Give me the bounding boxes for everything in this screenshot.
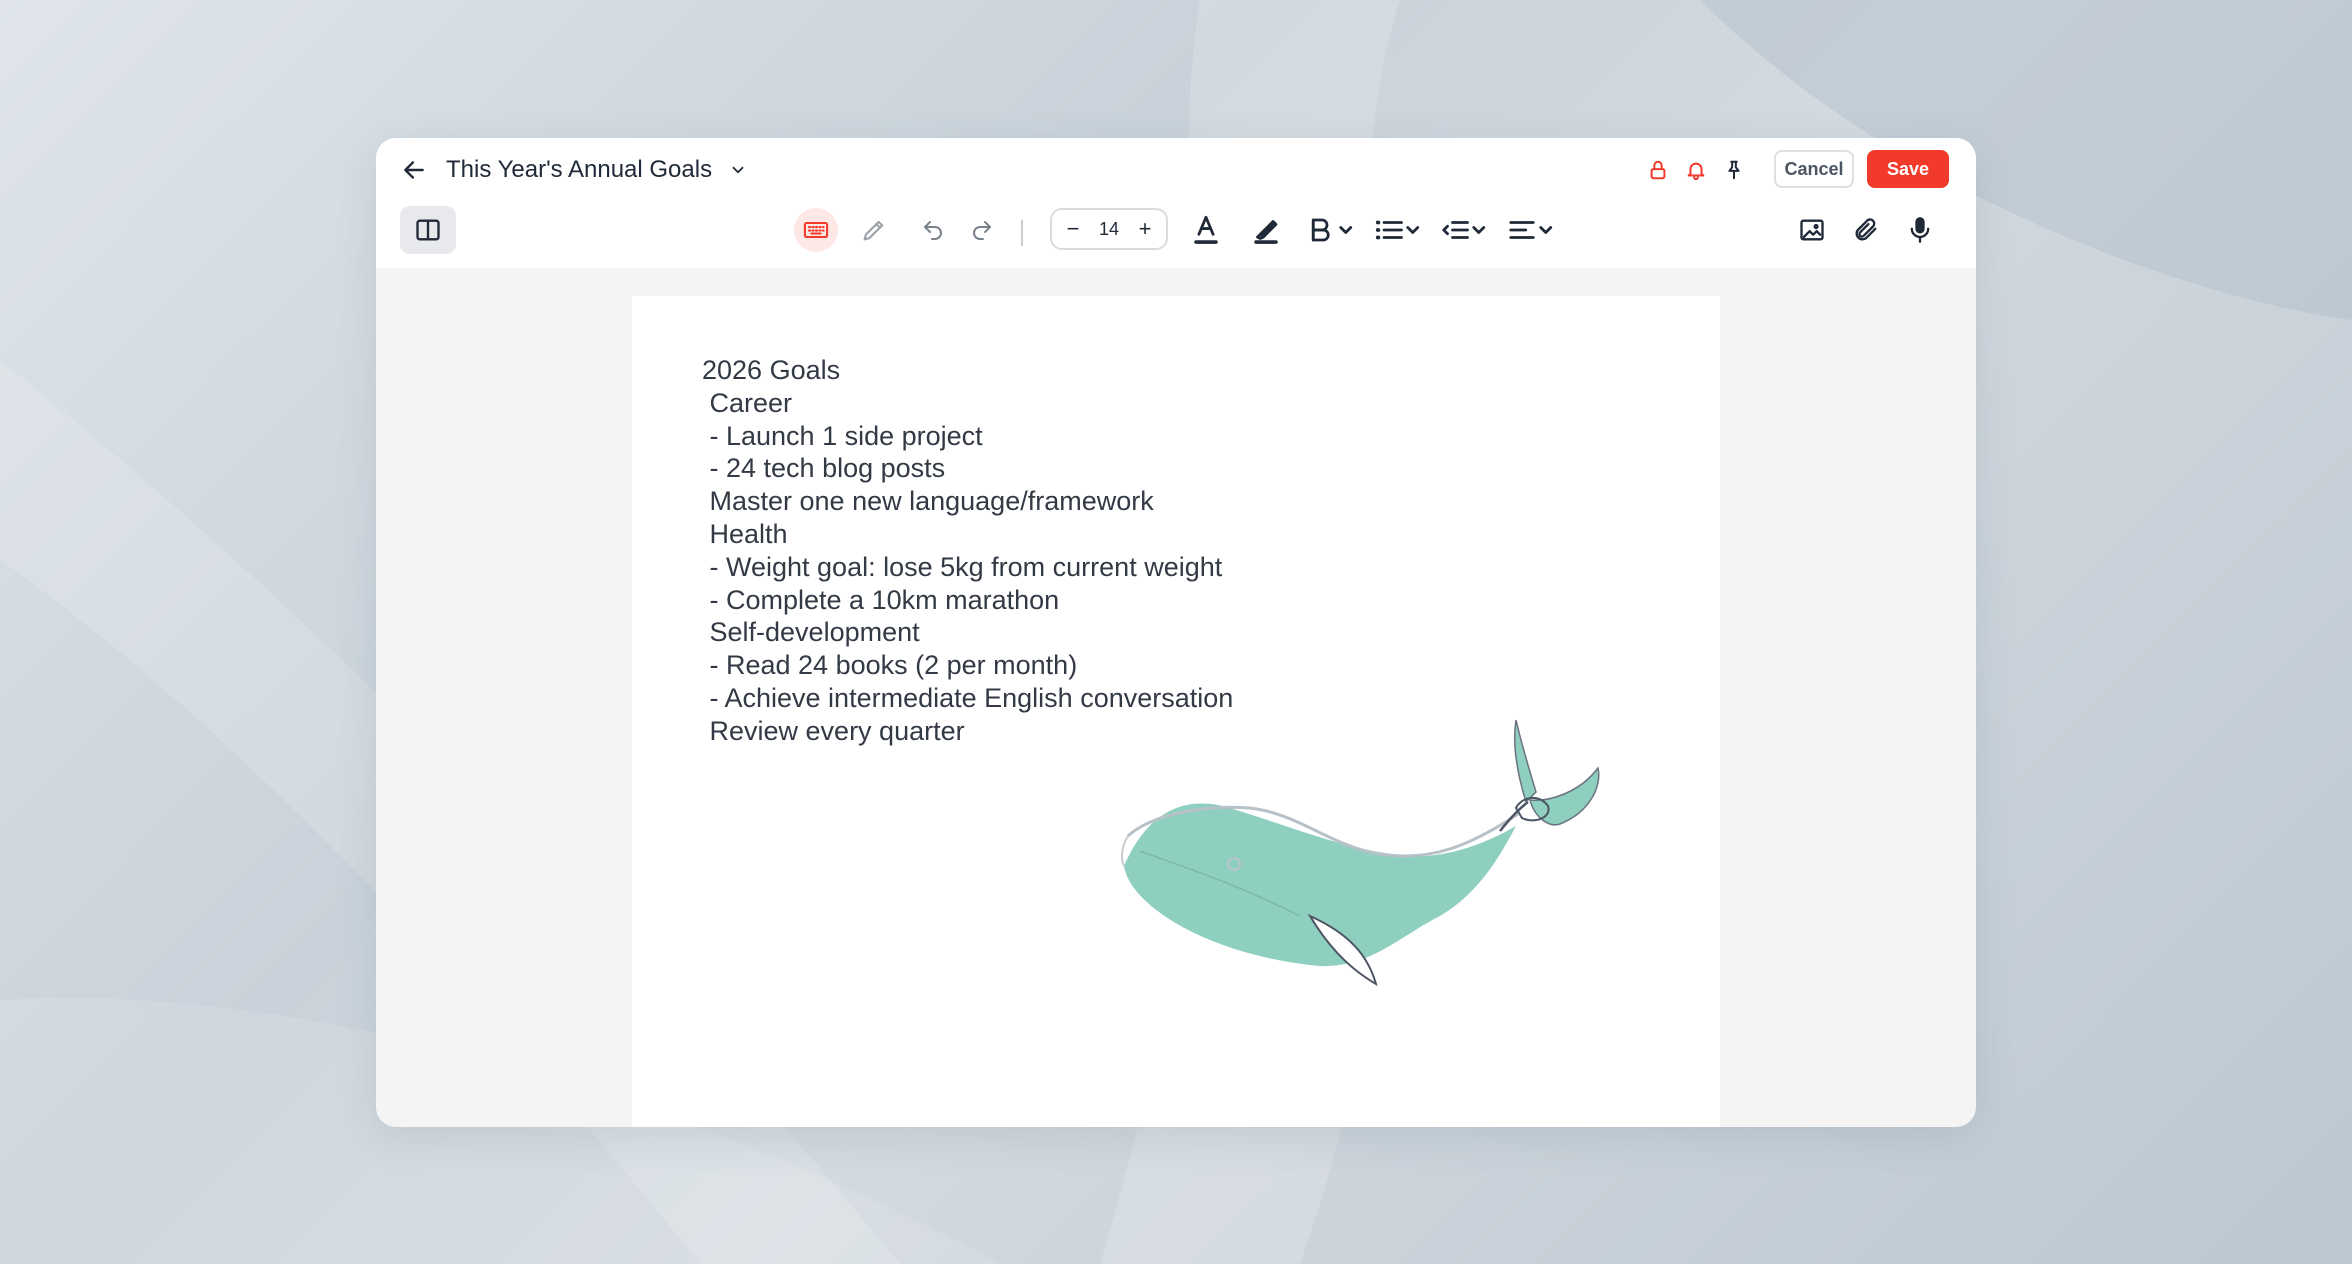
- doc-line-item: - Launch 1 side project: [702, 420, 983, 451]
- page-title[interactable]: This Year's Annual Goals: [446, 152, 712, 188]
- font-size-decrease-button[interactable]: −: [1058, 210, 1088, 248]
- document-body[interactable]: 2026 Goals Career - Launch 1 side projec…: [702, 354, 1402, 748]
- whale-sticker[interactable]: [1120, 716, 1620, 1021]
- lock-icon[interactable]: [1644, 156, 1672, 184]
- doc-line-item: Master one new language/framework: [702, 486, 1154, 517]
- redo-icon[interactable]: [968, 216, 996, 244]
- chevron-down-icon[interactable]: [726, 158, 750, 182]
- keyboard-mode-button[interactable]: [794, 208, 838, 252]
- doc-line-item: - Read 24 books (2 per month): [702, 650, 1078, 681]
- formatting-toolbar: − 14 +: [376, 202, 1976, 268]
- bullet-list-icon[interactable]: [1373, 214, 1425, 246]
- bold-icon[interactable]: [1306, 214, 1358, 246]
- bell-icon[interactable]: [1682, 156, 1710, 184]
- font-size-stepper: − 14 +: [1050, 208, 1168, 250]
- sidebar-toggle-icon: [412, 214, 444, 246]
- font-size-increase-button[interactable]: +: [1130, 210, 1160, 248]
- indent-icon[interactable]: [1439, 214, 1491, 246]
- doc-line-heading: Self-development: [702, 617, 920, 648]
- highlighter-icon[interactable]: [1248, 212, 1284, 248]
- pin-icon[interactable]: [1720, 156, 1748, 184]
- undo-icon[interactable]: [919, 216, 947, 244]
- document-page[interactable]: 2026 Goals Career - Launch 1 side projec…: [632, 296, 1720, 1127]
- doc-line-item: - Achieve intermediate English conversat…: [702, 682, 1234, 713]
- sidebar-toggle-button[interactable]: [400, 206, 456, 254]
- microphone-icon[interactable]: [1904, 214, 1936, 246]
- toolbar-divider: [1021, 220, 1023, 246]
- arrow-left-icon[interactable]: [398, 154, 430, 186]
- title-bar: This Year's Annual Goals Cancel Save: [376, 138, 1976, 202]
- paperclip-icon[interactable]: [1850, 214, 1882, 246]
- font-size-value[interactable]: 14: [1088, 210, 1130, 248]
- image-icon[interactable]: [1796, 214, 1828, 246]
- text-color-icon[interactable]: [1188, 212, 1224, 248]
- cancel-button[interactable]: Cancel: [1774, 150, 1854, 188]
- doc-line-heading: Career: [702, 387, 793, 418]
- keyboard-icon: [802, 216, 830, 244]
- doc-line-item: - 24 tech blog posts: [702, 453, 946, 484]
- pencil-icon[interactable]: [858, 214, 890, 246]
- doc-line-item: - Complete a 10km marathon: [702, 584, 1060, 615]
- doc-line-heading: Health: [702, 518, 788, 549]
- doc-line-title: 2026 Goals: [702, 355, 841, 385]
- align-icon[interactable]: [1506, 214, 1558, 246]
- note-editor-window: This Year's Annual Goals Cancel Save − 1…: [376, 138, 1976, 1127]
- doc-line-item: - Weight goal: lose 5kg from current wei…: [702, 551, 1223, 582]
- save-button[interactable]: Save: [1867, 150, 1949, 188]
